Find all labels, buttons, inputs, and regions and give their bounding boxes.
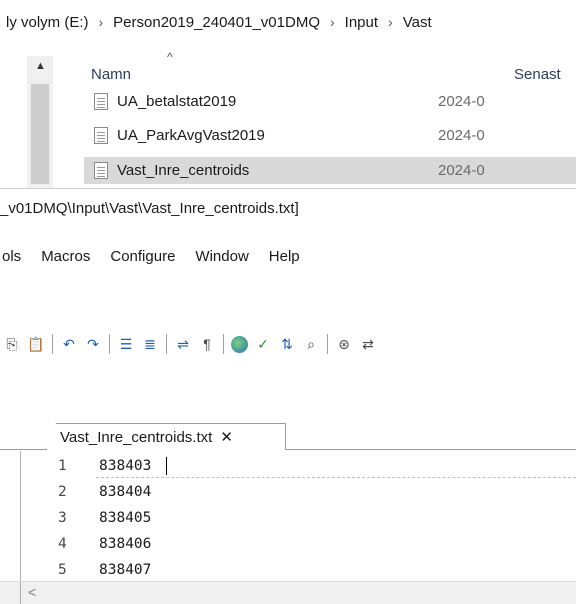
line-text: 838405 — [99, 510, 152, 526]
file-row[interactable]: UA_ParkAvgVast2019 2024-0 — [84, 122, 576, 149]
outdent-icon[interactable]: ≣ — [141, 335, 159, 353]
breadcrumb-folder-vast[interactable]: Vast — [398, 14, 437, 31]
gutter-border — [20, 582, 21, 604]
editor-line[interactable]: 1 838403 — [0, 453, 576, 479]
text-file-icon — [94, 127, 108, 144]
horizontal-scrollbar[interactable]: < — [0, 581, 576, 604]
toolbar-separator — [327, 334, 328, 354]
line-number: 4 — [58, 536, 67, 552]
sort-ascending-icon: ^ — [167, 50, 173, 64]
menu-tools[interactable]: ols — [2, 248, 21, 272]
tab-vast-inre-centroids[interactable]: Vast_Inre_centroids.txt ✕ — [46, 423, 286, 450]
line-text: 838407 — [99, 562, 152, 578]
text-caret — [166, 457, 167, 475]
scrollbar-thumb[interactable] — [31, 84, 49, 184]
line-text: 838403 — [99, 458, 152, 474]
editor-area[interactable]: 1 838403 2 838404 3 838405 4 838406 5 83… — [0, 451, 576, 591]
find-files-icon[interactable]: ⌕ — [302, 335, 320, 353]
text-file-icon — [94, 93, 108, 110]
copy-icon[interactable]: ⎘ — [3, 335, 21, 353]
scroll-up-icon[interactable]: ▲ — [35, 60, 46, 72]
file-row[interactable]: UA_betalstat2019 2024-0 — [84, 88, 576, 115]
scroll-left-icon[interactable]: < — [28, 584, 36, 600]
toolbar-separator — [166, 334, 167, 354]
column-header-modified[interactable]: Senast — [514, 66, 561, 83]
chevron-right-icon: › — [330, 14, 335, 30]
document-tabs: Vast_Inre_centroids.txt ✕ — [0, 420, 576, 450]
indent-icon[interactable]: ☰ — [117, 335, 135, 353]
editor-line[interactable]: 2 838404 — [0, 479, 576, 505]
line-number: 5 — [58, 562, 67, 578]
window-title: _v01DMQ\Input\Vast\Vast_Inre_centroids.t… — [0, 200, 299, 217]
file-name: UA_ParkAvgVast2019 — [117, 127, 265, 144]
toolbar-separator — [109, 334, 110, 354]
file-date: 2024-0 — [438, 127, 485, 144]
line-number: 1 — [58, 458, 67, 474]
menu-bar: ols Macros Configure Window Help — [0, 248, 320, 272]
menu-help[interactable]: Help — [269, 248, 300, 272]
divider — [0, 188, 576, 189]
spellcheck-icon[interactable]: ✓ — [254, 335, 272, 353]
line-number: 2 — [58, 484, 67, 500]
close-icon[interactable]: ✕ — [220, 428, 233, 446]
file-row-selected[interactable]: Vast_Inre_centroids 2024-0 — [84, 157, 576, 184]
text-file-icon — [94, 162, 108, 179]
breadcrumb-folder-input[interactable]: Input — [340, 14, 383, 31]
breadcrumb: ly volym (E:) › Person2019_240401_v01DMQ… — [0, 0, 576, 44]
undo-icon[interactable]: ↶ — [60, 335, 78, 353]
chevron-right-icon: › — [388, 14, 393, 30]
breadcrumb-folder-person[interactable]: Person2019_240401_v01DMQ — [108, 14, 325, 31]
find-icon[interactable]: ⊛ — [335, 335, 353, 353]
toolbar: ⎘ 📋 ↶ ↷ ☰ ≣ ⇌ ¶ ✓ ⇅ ⌕ ⊛ ⇄ — [0, 330, 380, 358]
pilcrow-icon[interactable]: ¶ — [198, 335, 216, 353]
breadcrumb-drive[interactable]: ly volym (E:) — [0, 14, 94, 31]
editor-line[interactable]: 3 838405 — [0, 505, 576, 531]
menu-configure[interactable]: Configure — [110, 248, 175, 272]
editor-line[interactable]: 5 838407 — [0, 557, 576, 583]
paste-icon[interactable]: 📋 — [27, 335, 45, 353]
file-name: Vast_Inre_centroids — [117, 162, 250, 179]
chevron-right-icon: › — [98, 14, 104, 30]
file-date: 2024-0 — [438, 162, 485, 179]
line-text: 838404 — [99, 484, 152, 500]
menu-window[interactable]: Window — [195, 248, 248, 272]
tab-label: Vast_Inre_centroids.txt — [60, 428, 213, 446]
editor-line[interactable]: 4 838406 — [0, 531, 576, 557]
current-line-highlight — [96, 455, 576, 478]
file-date: 2024-0 — [438, 93, 485, 110]
vertical-scrollbar[interactable]: ▲ — [27, 56, 53, 188]
menu-macros[interactable]: Macros — [41, 248, 90, 272]
globe-icon[interactable] — [231, 335, 248, 353]
toolbar-separator — [223, 334, 224, 354]
column-header-name[interactable]: Namn — [91, 66, 131, 83]
line-text: 838406 — [99, 536, 152, 552]
line-number: 3 — [58, 510, 67, 526]
redo-icon[interactable]: ↷ — [84, 335, 102, 353]
replace-icon[interactable]: ⇄ — [359, 335, 377, 353]
toolbar-separator — [52, 334, 53, 354]
file-name: UA_betalstat2019 — [117, 93, 237, 110]
wrap-icon[interactable]: ⇌ — [174, 335, 192, 353]
sort-icon[interactable]: ⇅ — [278, 335, 296, 353]
